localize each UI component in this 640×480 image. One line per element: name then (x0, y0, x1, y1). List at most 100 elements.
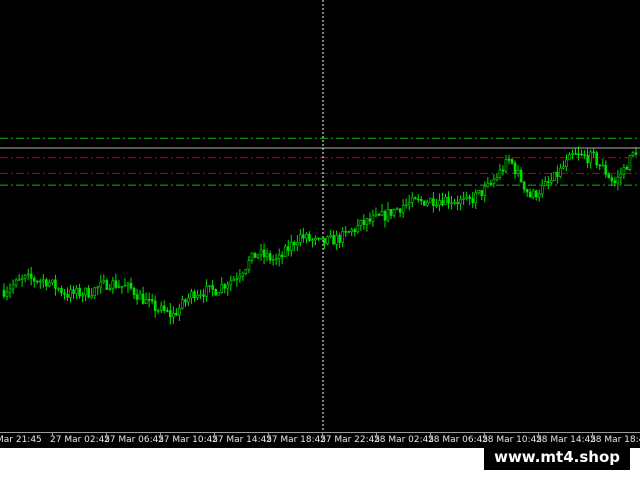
candle (159, 301, 163, 314)
candle (69, 284, 72, 303)
candle (299, 229, 302, 247)
candle (504, 154, 508, 174)
candle (187, 293, 190, 306)
candle (35, 279, 39, 285)
candle (359, 219, 363, 231)
candle (462, 191, 465, 206)
candle (350, 227, 354, 237)
candle (407, 194, 411, 211)
candle (241, 271, 245, 281)
candle (150, 293, 154, 305)
candle (383, 209, 387, 228)
candle (568, 152, 571, 161)
candle (404, 198, 408, 209)
candle (622, 164, 626, 180)
candle (347, 230, 351, 233)
candle (329, 229, 332, 239)
candle (156, 308, 160, 314)
candle (286, 239, 290, 257)
candle (444, 193, 447, 206)
x-tick-label: 27 Mar 14:45 (212, 435, 273, 445)
candle (401, 199, 405, 218)
candle (8, 283, 12, 298)
candle (253, 252, 257, 258)
candle (29, 266, 33, 286)
candle (217, 291, 220, 296)
candle (96, 285, 100, 296)
candle (23, 274, 27, 283)
candle (120, 285, 124, 294)
candle (42, 274, 45, 288)
candle (447, 191, 450, 209)
candle (51, 279, 54, 286)
candle (341, 227, 344, 248)
x-tick-mark (484, 433, 485, 436)
price-chart[interactable] (0, 0, 640, 432)
chart-canvas[interactable] (0, 0, 640, 432)
candle (220, 277, 224, 294)
candle (501, 165, 505, 176)
candle (416, 193, 420, 203)
candle (510, 158, 514, 165)
candle (280, 251, 284, 265)
candle (259, 243, 263, 261)
x-tick-mark (376, 433, 377, 436)
candle (628, 154, 632, 172)
candle (610, 174, 614, 186)
candle (559, 163, 562, 179)
candle (256, 254, 260, 260)
candle (395, 207, 399, 211)
x-tick-label: 27 Mar 10:45 (158, 435, 219, 445)
candle (93, 286, 97, 300)
candle (471, 191, 475, 208)
candle (474, 189, 478, 209)
candle (516, 165, 520, 177)
candle (492, 173, 496, 188)
candle (235, 272, 239, 287)
candle (274, 253, 278, 266)
candle (365, 217, 369, 232)
candle (540, 179, 544, 198)
candle (519, 167, 523, 183)
candle (271, 255, 275, 266)
candle (453, 198, 456, 205)
candle (426, 199, 429, 207)
candle (78, 283, 81, 299)
candle (438, 193, 441, 212)
candle (169, 303, 172, 325)
candle (196, 289, 199, 301)
candle (468, 194, 471, 206)
candle (147, 292, 151, 308)
candle (208, 285, 211, 293)
candle (229, 275, 233, 291)
candle (495, 173, 499, 182)
candle (344, 225, 348, 238)
candle (368, 212, 372, 225)
candle (175, 308, 178, 317)
candle (14, 278, 18, 288)
candle (250, 252, 254, 264)
x-tick-mark (538, 433, 539, 436)
candle (181, 295, 184, 310)
candle (311, 237, 314, 248)
candle (326, 235, 329, 246)
x-tick-mark (160, 433, 161, 436)
candle (556, 165, 559, 184)
candle (126, 281, 130, 293)
candle (374, 207, 378, 218)
candle (60, 285, 63, 297)
candle (362, 214, 366, 230)
candle (562, 160, 565, 170)
candle (477, 190, 481, 195)
candle (135, 288, 139, 305)
candle (20, 274, 24, 287)
candle (11, 279, 15, 294)
candle (178, 303, 181, 322)
watermark: www.mt4.shop (484, 444, 630, 470)
candle (105, 278, 109, 291)
candle (498, 163, 502, 180)
candle (592, 147, 595, 158)
candle (90, 287, 93, 299)
x-tick-label: 27 Mar 22:45 (320, 435, 381, 445)
candle (199, 289, 202, 299)
